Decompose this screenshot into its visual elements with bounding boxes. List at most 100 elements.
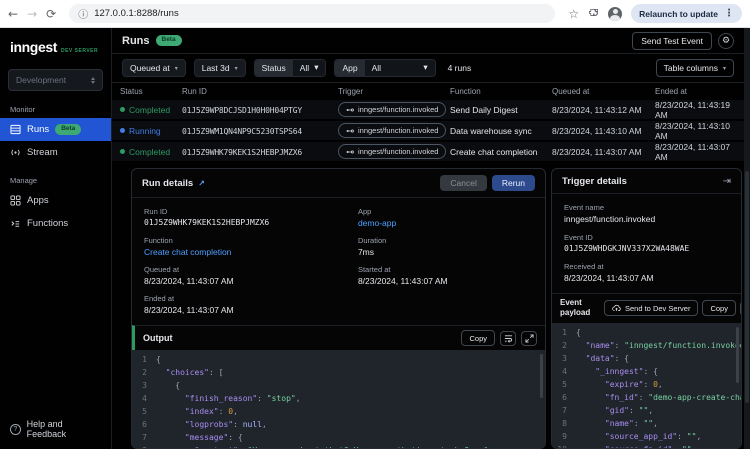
app-filter-value: All [371, 63, 382, 73]
output-code-block[interactable]: 1{2 "choices": [3 {4 "finish_reason": "s… [132, 350, 545, 448]
line-number: 1 [142, 355, 147, 364]
ended-at-cell: 8/23/2024, 11:43:10 AM [655, 120, 730, 141]
send-test-event-button[interactable]: Send Test Event [632, 31, 712, 50]
field-value: inngest/function.invoked [564, 214, 656, 224]
event-icon [346, 129, 354, 132]
table-columns-dropdown[interactable]: Table columns ▾ [655, 59, 734, 77]
column-header-ended-at: Ended at [655, 87, 688, 96]
relaunch-to-update-button[interactable]: Relaunch to update ⋮ [631, 4, 742, 23]
trigger-details-panel: Trigger details ⇥ Event name inngest/func… [551, 168, 742, 449]
function-cell: Data warehouse sync [450, 125, 532, 136]
queued-at-cell: 8/23/2024, 11:43:12 AM [552, 104, 642, 115]
queued-at-filter[interactable]: Queued at ▾ [122, 59, 186, 77]
column-header-status: Status [120, 87, 143, 96]
expand-icon[interactable] [521, 330, 537, 346]
code-text: { [156, 355, 161, 364]
line-number: 7 [142, 433, 147, 442]
event-payload-code-block[interactable]: 1{2 "name": "inngest/function.invoked",3… [552, 322, 741, 448]
run-id-cell: 01J5Z9WP8DCJSD1H0H0H04PTGY [182, 105, 338, 115]
bookmark-star-icon[interactable]: ☆ [568, 8, 579, 20]
reload-icon[interactable]: ⟳ [46, 8, 56, 20]
code-scrollbar[interactable] [540, 354, 543, 399]
environment-select[interactable]: Development [8, 69, 103, 91]
rerun-button[interactable]: Rerun [491, 175, 535, 191]
code-line: 9 "source_app_id": "", [552, 430, 741, 443]
back-icon[interactable]: ← [8, 8, 18, 20]
sidebar-stream-label: Stream [27, 147, 58, 158]
forward-icon[interactable]: → [27, 8, 37, 20]
table-row[interactable]: Completed 01J5Z9WHK79KEK1S2HEBPJMZX6 innge… [112, 142, 744, 163]
chevron-down-icon: ▾ [722, 64, 726, 72]
code-line: 2 "name": "inngest/function.invoked", [552, 339, 741, 352]
sidebar: inngest DEV SERVER Development Monitor R… [0, 28, 112, 449]
extensions-icon[interactable] [588, 8, 599, 19]
page-beta-badge: Beta [155, 35, 182, 46]
gear-icon[interactable]: ⚙ [718, 32, 734, 49]
trigger-event-pill[interactable]: inngest/function.invoked [338, 102, 447, 117]
field-label: Started at [357, 265, 391, 274]
status-filter[interactable]: Status All ▾ [253, 59, 327, 77]
table-row[interactable]: Completed 01J5Z9WP8DCJSD1H0H0H04PTGY innge… [112, 100, 744, 121]
browser-menu-icon[interactable]: ⋮ [724, 8, 734, 19]
line-number: 3 [562, 353, 567, 363]
field-value[interactable]: Create chat completion [144, 247, 358, 257]
app-filter-label: App [335, 60, 365, 76]
run-details-title: Run details [142, 177, 194, 189]
function-cell: Send Daily Digest [450, 104, 518, 115]
status-dot-icon [120, 128, 125, 133]
window-scrollbar[interactable] [744, 28, 750, 449]
payload-copy-button[interactable]: Copy [702, 300, 736, 317]
code-scrollbar[interactable] [736, 326, 739, 384]
sidebar-item-apps[interactable]: Apps [0, 189, 111, 212]
line-number: 9 [562, 431, 567, 441]
trigger-event-pill[interactable]: inngest/function.invoked [338, 123, 447, 138]
code-line: 4 "_inngest": { [552, 365, 741, 378]
field-label: Event ID [564, 233, 593, 242]
trigger-event-name: inngest/function.invoked [358, 147, 439, 156]
code-line: 8 "content": "You sure about that? You s… [132, 444, 545, 448]
code-text: "logprobs": null, [184, 420, 267, 429]
column-header-function: Function [450, 87, 481, 96]
run-details-panel: Run details ↗ Cancel Rerun Run ID 01J5Z9W… [131, 168, 546, 449]
chevron-down-icon: ▾ [234, 64, 238, 72]
sidebar-runs-label: Runs [27, 124, 50, 135]
send-to-dev-server-button[interactable]: Send to Dev Server [604, 300, 699, 317]
runs-icon [10, 124, 21, 135]
time-range-filter[interactable]: Last 3d ▾ [193, 59, 246, 77]
code-text: "choices": [ [165, 368, 224, 377]
address-bar[interactable]: ⓘ 127.0.0.1:8288/runs [69, 4, 556, 23]
help-and-feedback[interactable]: ? Help and Feedback [0, 409, 111, 449]
output-copy-button[interactable]: Copy [461, 330, 495, 346]
line-number: 2 [142, 368, 147, 377]
status-text: Completed [129, 104, 171, 115]
code-text: "expire": 0, [604, 379, 663, 389]
output-title: Output [143, 333, 173, 343]
sidebar-item-stream[interactable]: Stream [0, 141, 111, 164]
run-status: Completed [120, 147, 182, 157]
code-line: 5 "index": 0, [132, 405, 545, 418]
profile-avatar[interactable] [608, 6, 623, 21]
app-filter[interactable]: App All ▾ [334, 59, 436, 77]
chevron-down-icon: ▾ [174, 64, 178, 72]
wrap-text-icon[interactable] [500, 330, 516, 346]
cancel-button[interactable]: Cancel [440, 175, 487, 191]
site-info-icon[interactable]: ⓘ [78, 6, 88, 21]
collapse-panel-icon[interactable]: ⇥ [723, 176, 731, 187]
runs-table-header: Status Run ID Trigger Function Queued at Ende… [112, 83, 744, 100]
trigger-details-fields: Event name inngest/function.invoked Event … [552, 194, 741, 293]
external-link-icon[interactable]: ↗ [198, 179, 205, 188]
sidebar-item-functions[interactable]: Functions [0, 212, 111, 235]
field-label: Duration [357, 236, 387, 245]
trigger-event-pill[interactable]: inngest/function.invoked [338, 144, 447, 159]
select-arrows-icon [91, 76, 95, 84]
sidebar-apps-label: Apps [27, 195, 49, 206]
field-value[interactable]: demo-app [358, 218, 533, 228]
field-value: 8/23/2024, 11:43:07 AM [144, 305, 234, 315]
table-row[interactable]: Running 01J5Z9WM1QN4NP9C5230TSPS64 inngest… [112, 121, 744, 142]
functions-icon [11, 221, 20, 227]
sidebar-item-runs[interactable]: Runs Beta [0, 118, 111, 141]
field-value: 8/23/2024, 11:43:07 AM [144, 276, 234, 286]
wrap-text-icon[interactable] [739, 300, 741, 316]
table-columns-label: Table columns [663, 63, 718, 73]
code-text: "content": "You sure about that? You sur… [156, 444, 494, 448]
